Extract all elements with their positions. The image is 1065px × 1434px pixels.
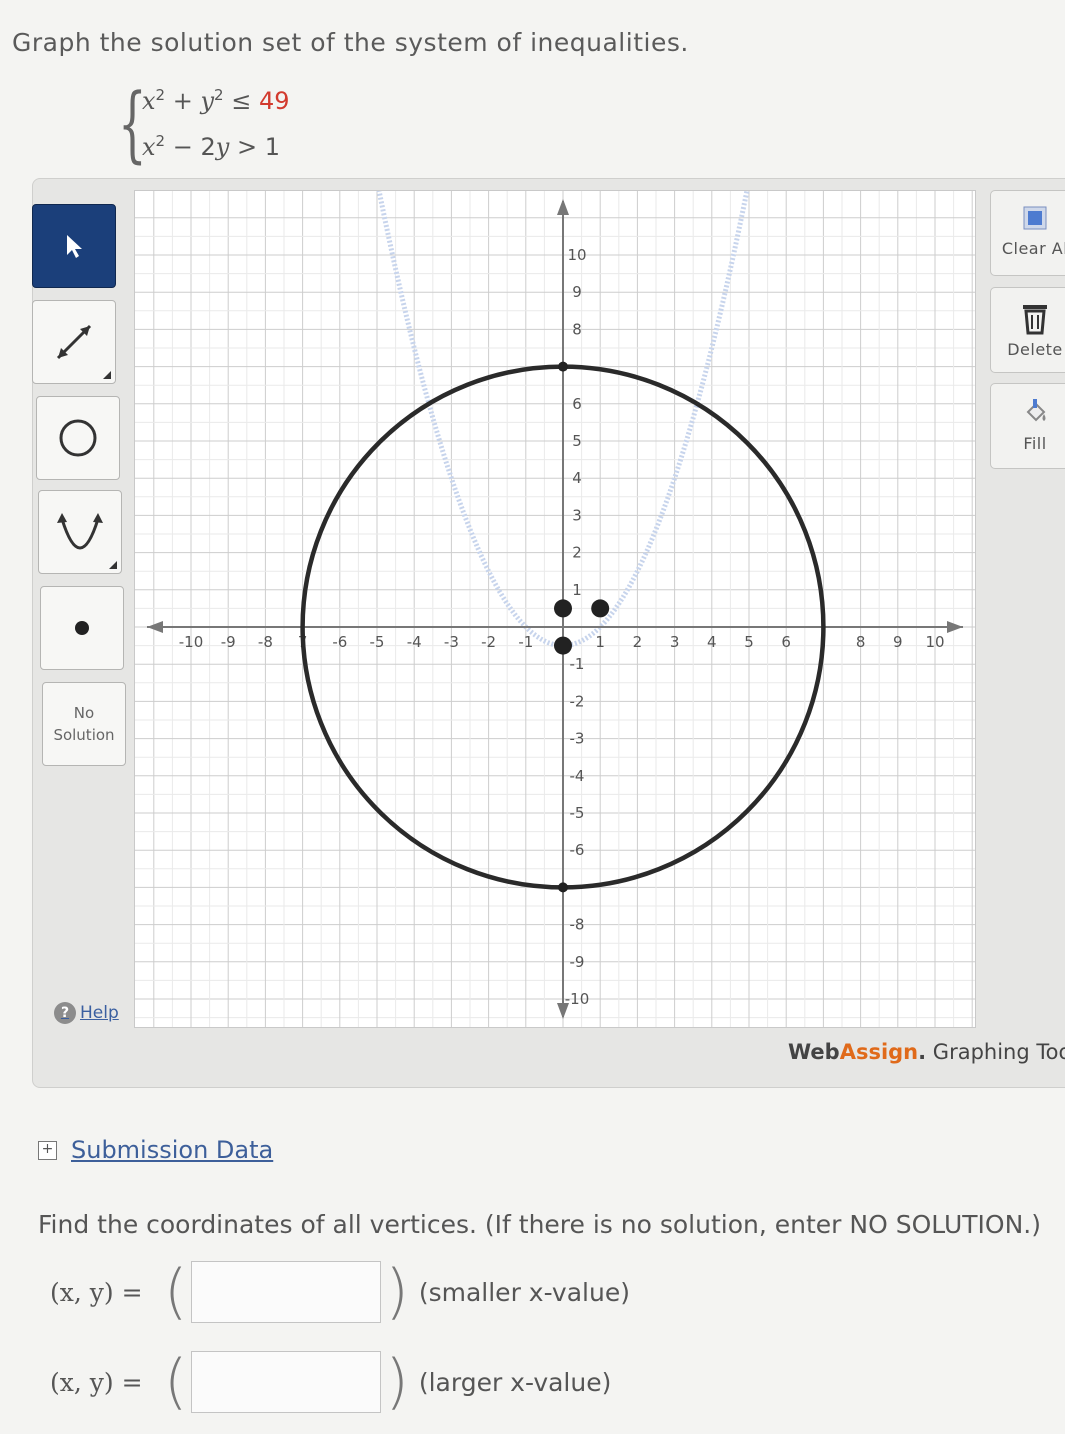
answer-note: (larger x-value): [418, 1367, 612, 1397]
clear-all-button[interactable]: Clear Al: [990, 190, 1065, 276]
circle-bottom-handle: [558, 882, 568, 893]
x-tick-label: 4: [707, 633, 717, 651]
vertex-larger-x-input[interactable]: [191, 1351, 382, 1413]
pointer-tool-button[interactable]: [32, 204, 116, 288]
x-tick-label: 2: [633, 633, 643, 651]
arrow-pointer-icon: [67, 235, 82, 258]
question-text: Graph the solution set of the system of …: [12, 28, 689, 57]
x-tick-label: 8: [856, 633, 866, 651]
no-solution-line1: No: [73, 704, 95, 722]
y-tick-label: -4: [570, 767, 585, 785]
y-tick-label: -3: [570, 730, 585, 748]
y-tick-label: 8: [572, 320, 582, 338]
webassign-brand: WebAssign. Graphing Too: [788, 1040, 1065, 1064]
x-tick-label: -2: [481, 633, 496, 651]
line-tool-button[interactable]: [32, 300, 116, 384]
y-tick-label: 1: [572, 581, 582, 599]
answer-label: (x, y) =: [50, 1277, 143, 1307]
point-tool-icon: [75, 621, 89, 635]
inequality-1-rhs: 49: [258, 87, 290, 115]
coordinate-plane[interactable]: -10 -9 -8 7 -6 -5 -4 -3 -2 -1 1 2 3 4 5 6 8 9 101098654321…: [135, 142, 975, 1027]
expand-plus-icon: +: [38, 1140, 57, 1160]
help-link[interactable]: ? Help: [54, 1002, 119, 1024]
y-tick-label: 2: [572, 544, 582, 562]
clear-all-icon: [1023, 206, 1047, 230]
line-tool-icon: [56, 324, 92, 360]
answer-row-smaller: (x, y) = ( ) (smaller x-value): [50, 1257, 630, 1327]
fill-bucket-icon: [1026, 399, 1046, 422]
x-tick-label: -6: [332, 633, 347, 651]
inequality-2: x2 − 2y > 1: [142, 132, 280, 161]
answer-row-larger: (x, y) = ( ) (larger x-value): [50, 1347, 611, 1417]
help-label: Help: [80, 1003, 119, 1023]
inequality-1: x2 + y2 ≤ 49: [142, 86, 290, 115]
delete-button[interactable]: Delete: [990, 287, 1065, 373]
x-tick-label: -9: [221, 633, 236, 651]
x-tick-label: -1: [518, 633, 533, 651]
x-tick-label: 10: [925, 633, 944, 651]
answer-note: (smaller x-value): [418, 1277, 630, 1307]
y-tick-label: 6: [572, 395, 582, 413]
close-paren: ): [385, 1347, 409, 1417]
delete-label: Delete: [1007, 340, 1063, 359]
y-tick-label: 5: [572, 432, 582, 450]
y-axis-arrow-up: [557, 199, 569, 215]
circle-tool-icon: [59, 419, 97, 457]
x-tick-label: -8: [258, 633, 273, 651]
x-tick-label: -5: [370, 633, 385, 651]
x-axis-arrow-left: [147, 621, 163, 633]
inequality-system: { x2 + y2 ≤ 49 x2 − 2y > 1: [118, 84, 358, 174]
trash-icon: [1023, 305, 1047, 335]
vertex-smaller-x-input[interactable]: [191, 1261, 382, 1323]
y-tick-label: 9: [572, 283, 582, 301]
y-tick-label: -6: [570, 841, 585, 859]
x-tick-label: -3: [444, 633, 459, 651]
y-tick-label: -8: [570, 916, 585, 934]
graph-canvas[interactable]: -10 -9 -8 7 -6 -5 -4 -3 -2 -1 1 2 3 4 5 6 8 9 10 10 9 8 6 5 4 3 2 1…: [134, 142, 976, 1028]
no-solution-line2: Solution: [53, 726, 115, 744]
circle-tool-button[interactable]: [36, 396, 120, 480]
parabola-tool-icon: [57, 513, 103, 550]
x-tick-label: -4: [407, 633, 422, 651]
tool-column: No Solution: [32, 192, 142, 1072]
x-tick-label: 5: [744, 633, 754, 651]
submission-data-link[interactable]: Submission Data: [71, 1136, 273, 1164]
find-vertices-instruction: Find the coordinates of all vertices. (I…: [38, 1210, 1041, 1239]
y-tick-label: 10: [567, 246, 586, 264]
parabola-tool-button[interactable]: [38, 490, 122, 574]
y-tick-label: -1: [570, 655, 585, 673]
submission-data-toggle[interactable]: + Submission Data: [38, 1136, 273, 1164]
y-tick-label: -10: [565, 990, 590, 1008]
x-tick-label: 1: [595, 633, 605, 651]
clear-all-label: Clear Al: [1001, 239, 1065, 258]
fill-label: Fill: [1023, 434, 1047, 453]
answer-label: (x, y) =: [50, 1367, 143, 1397]
plotted-point: [591, 599, 610, 618]
x-tick-label: -10: [179, 633, 204, 651]
point-tool-button[interactable]: [40, 586, 124, 670]
fill-button[interactable]: Fill: [990, 383, 1065, 469]
y-tick-label: -2: [570, 692, 585, 710]
help-icon: ?: [54, 1002, 76, 1024]
y-tick-label: 3: [572, 506, 582, 524]
y-tick-label: -9: [570, 953, 585, 971]
x-tick-label: 6: [781, 633, 791, 651]
plotted-point: [554, 599, 572, 618]
x-tick-label: 9: [893, 633, 903, 651]
no-solution-button[interactable]: No Solution: [42, 682, 126, 766]
y-tick-label: -5: [570, 804, 585, 822]
circle-top-handle: [558, 361, 568, 372]
x-axis-arrow-right: [947, 621, 963, 633]
plotted-point: [554, 636, 572, 655]
open-paren: (: [164, 1347, 188, 1417]
x-tick-label: 3: [670, 633, 680, 651]
open-paren: (: [164, 1257, 188, 1327]
y-tick-label: 4: [572, 469, 582, 487]
close-paren: ): [385, 1257, 409, 1327]
